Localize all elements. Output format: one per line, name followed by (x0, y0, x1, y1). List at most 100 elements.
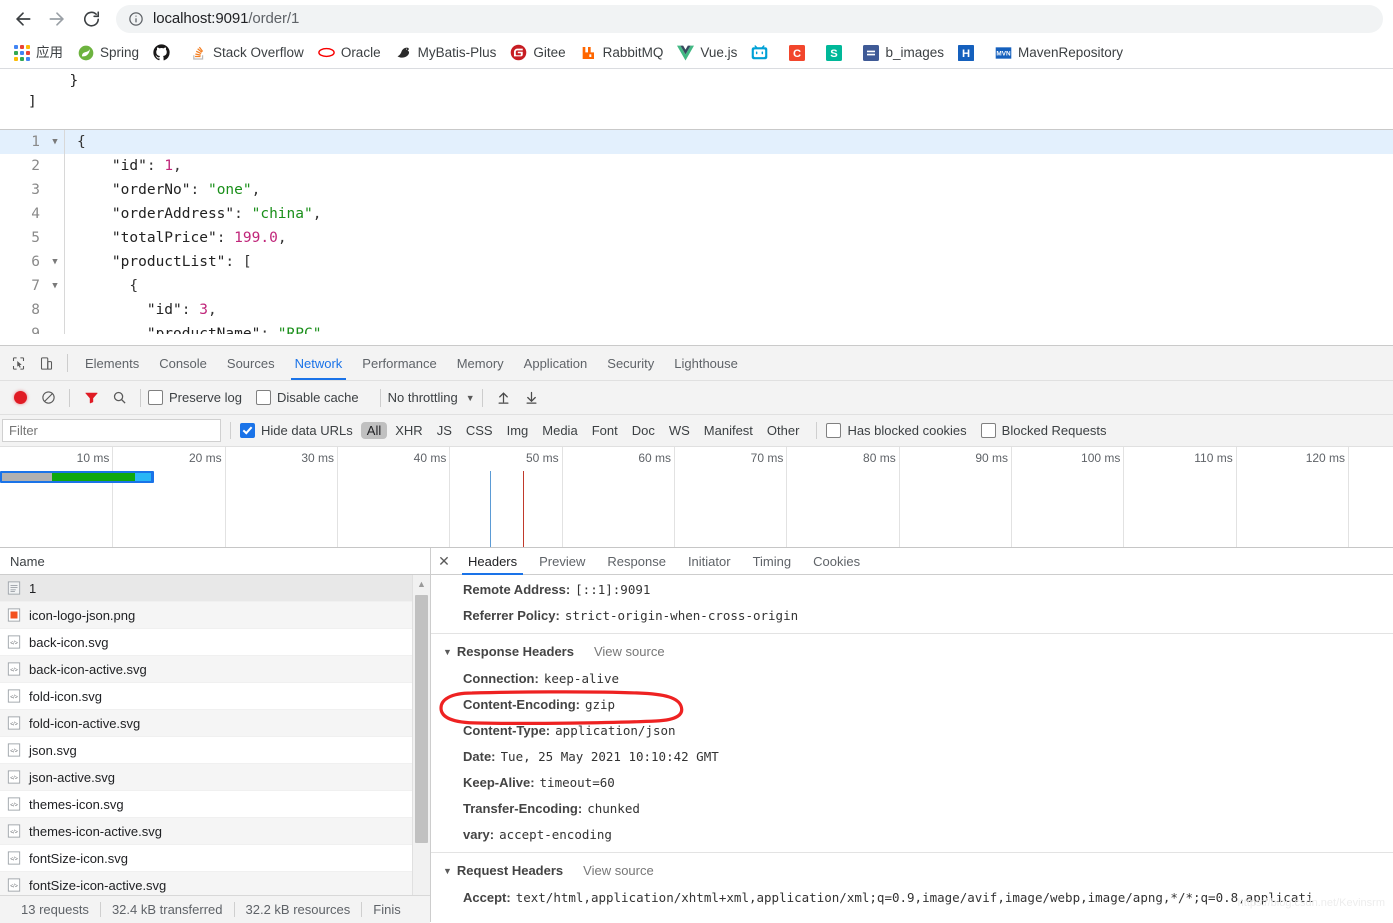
bookmark-github[interactable] (146, 41, 183, 65)
scrollbar-thumb[interactable] (415, 595, 428, 843)
request-list-item[interactable]: </> json-active.svg (0, 764, 413, 791)
preserve-log-checkbox[interactable]: Preserve log (148, 390, 242, 405)
tab-memory[interactable]: Memory (447, 347, 514, 380)
json-line: 8 "id": 3, (0, 298, 1393, 322)
type-filter-xhr[interactable]: XHR (389, 422, 428, 439)
request-list-item[interactable]: </> back-icon.svg (0, 629, 413, 656)
view-source-link[interactable]: View source (594, 641, 665, 663)
request-list-item[interactable]: 1 (0, 575, 413, 602)
device-toolbar-icon[interactable] (32, 350, 60, 376)
close-icon[interactable]: ✕ (431, 548, 457, 574)
type-filter-manifest[interactable]: Manifest (698, 422, 759, 439)
fold-triangle-icon[interactable]: ▼ (46, 250, 64, 274)
has-blocked-cookies-checkbox[interactable]: Has blocked cookies (826, 423, 967, 438)
scroll-up-arrow[interactable]: ▲ (413, 575, 430, 592)
checkbox-box (980, 423, 996, 438)
bookmark-stack-overflow[interactable]: Stack Overflow (183, 41, 311, 65)
inspect-element-icon[interactable] (4, 350, 32, 376)
response-headers-group: Connection: keep-alive Content-Encoding: gz… (431, 666, 1393, 848)
request-list-item[interactable]: </> themes-icon-active.svg (0, 818, 413, 845)
request-name: fontSize-icon.svg (29, 850, 128, 866)
type-filter-css[interactable]: CSS (460, 422, 499, 439)
tab-network[interactable]: Network (285, 347, 353, 380)
throttling-dropdown[interactable]: No throttling ▼ (388, 390, 475, 405)
bookmark-bilibili[interactable] (744, 41, 781, 65)
fold-triangle-icon[interactable]: ▼ (46, 274, 64, 298)
response-headers-section-title[interactable]: ▼ Response Headers View source (431, 638, 1393, 666)
site-info-icon[interactable] (128, 11, 144, 27)
tab-lighthouse[interactable]: Lighthouse (664, 347, 748, 380)
network-overview-timeline[interactable]: 10 ms 20 ms 30 ms 40 ms 50 ms 60 ms 70 ms 80 ms… (0, 447, 1393, 548)
bookmark-b-images[interactable]: b_images (855, 41, 951, 65)
request-list-scrollbar[interactable]: ▲ ▼ (412, 575, 430, 922)
record-button[interactable] (6, 385, 34, 411)
disable-cache-checkbox[interactable]: Disable cache (255, 390, 359, 405)
header-row: Keep-Alive: timeout=60 (431, 770, 1393, 796)
svg-text:H: H (962, 48, 970, 60)
tab-application[interactable]: Application (514, 347, 598, 380)
bookmark-spring[interactable]: Spring (70, 41, 146, 65)
type-filter-js[interactable]: JS (431, 422, 458, 439)
header-name: Date: (463, 749, 496, 764)
type-filter-img[interactable]: Img (501, 422, 535, 439)
request-list-item[interactable]: </> json.svg (0, 737, 413, 764)
tab-performance[interactable]: Performance (352, 347, 446, 380)
request-list-item[interactable]: </> fold-icon-active.svg (0, 710, 413, 737)
address-bar[interactable]: localhost:9091/order/1 (116, 4, 1383, 33)
hide-data-urls-checkbox[interactable]: Hide data URLs (240, 423, 353, 438)
detail-tab-initiator[interactable]: Initiator (677, 549, 742, 574)
filter-funnel-icon[interactable] (77, 385, 105, 411)
export-har-icon[interactable] (518, 385, 546, 411)
detail-tab-preview[interactable]: Preview (528, 549, 596, 574)
request-list-header[interactable]: Name (0, 548, 430, 575)
timeline-tick-label: 10 ms (76, 451, 110, 465)
detail-tab-timing[interactable]: Timing (742, 549, 803, 574)
detail-tab-headers[interactable]: Headers (457, 549, 528, 575)
forward-button[interactable] (40, 2, 74, 36)
tab-sources[interactable]: Sources (217, 347, 285, 380)
request-list-item[interactable]: </> fontSize-icon.svg (0, 845, 413, 872)
type-filter-font[interactable]: Font (586, 422, 624, 439)
chevron-down-icon: ▼ (443, 647, 452, 657)
filter-input[interactable]: Filter (2, 419, 221, 442)
gitee-icon (510, 44, 527, 61)
reload-button[interactable] (74, 2, 108, 36)
blocked-requests-checkbox[interactable]: Blocked Requests (980, 423, 1106, 438)
apps-grid-icon (13, 44, 30, 61)
tab-console[interactable]: Console (149, 347, 217, 380)
search-icon[interactable] (105, 385, 133, 411)
type-filter-other[interactable]: Other (761, 422, 806, 439)
timeline-tick: 30 ms (301, 447, 339, 547)
bookmark-vuejs[interactable]: Vue.js (670, 41, 744, 65)
detail-tab-response[interactable]: Response (596, 549, 677, 574)
bookmark-rabbitmq[interactable]: RabbitMQ (573, 41, 671, 65)
bookmark-c-square[interactable]: C (781, 41, 818, 65)
request-list-item[interactable]: </> fold-icon.svg (0, 683, 413, 710)
request-list-item[interactable]: </> themes-icon.svg (0, 791, 413, 818)
request-list-item[interactable]: </> back-icon-active.svg (0, 656, 413, 683)
detail-tab-cookies[interactable]: Cookies (802, 549, 871, 574)
clear-button[interactable] (34, 385, 62, 411)
type-filter-ws[interactable]: WS (663, 422, 696, 439)
import-har-icon[interactable] (490, 385, 518, 411)
type-filter-doc[interactable]: Doc (626, 422, 661, 439)
type-filter-media[interactable]: Media (536, 422, 583, 439)
bookmark-mybatis-plus[interactable]: MyBatis-Plus (388, 41, 504, 65)
request-name: fold-icon.svg (29, 688, 102, 704)
bookmark-h-square[interactable]: H (951, 41, 988, 65)
type-filter-all[interactable]: All (360, 422, 388, 439)
view-source-link[interactable]: View source (583, 860, 654, 882)
bookmark-apps[interactable]: 应用 (6, 41, 70, 65)
back-button[interactable] (6, 2, 40, 36)
bookmark-gitee[interactable]: Gitee (503, 41, 572, 65)
header-row: Date: Tue, 25 May 2021 10:10:42 GMT (431, 744, 1393, 770)
bookmark-oracle[interactable]: Oracle (311, 41, 388, 65)
tab-elements[interactable]: Elements (75, 347, 149, 380)
request-headers-section-title[interactable]: ▼ Request Headers View source (431, 857, 1393, 885)
bottom-strip: 13 requests 32.4 kB transferred 32.2 kB re… (0, 895, 430, 923)
request-list-item[interactable]: icon-logo-json.png (0, 602, 413, 629)
bookmark-s-square[interactable]: S (818, 41, 855, 65)
fold-triangle-icon[interactable]: ▼ (46, 130, 64, 154)
bookmark-maven-repository[interactable]: MVN MavenRepository (988, 41, 1130, 65)
tab-security[interactable]: Security (597, 347, 664, 380)
